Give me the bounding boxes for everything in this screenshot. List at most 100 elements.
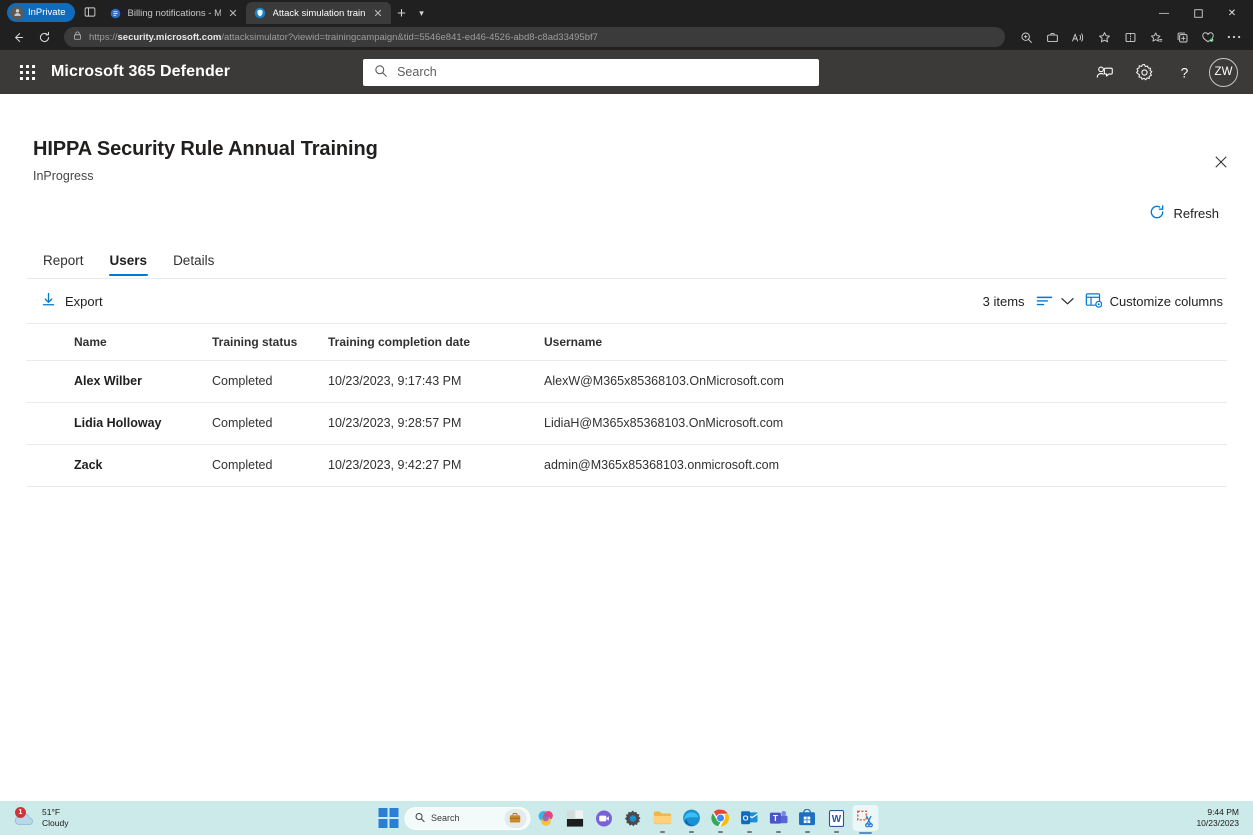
- users-table-head: Name Training status Training completion…: [26, 324, 1227, 360]
- table-row[interactable]: Alex Wilber Completed 10/23/2023, 9:17:4…: [26, 360, 1227, 403]
- feedback-person-icon[interactable]: [1085, 53, 1123, 91]
- help-icon[interactable]: ?: [1165, 53, 1203, 91]
- refresh-icon: [1149, 204, 1165, 223]
- chevron-down-icon[interactable]: ▾: [413, 2, 431, 24]
- favorites-star-icon[interactable]: [1091, 26, 1117, 48]
- panel-tabs: Report Users Details: [33, 247, 1227, 278]
- close-icon[interactable]: ✕: [227, 7, 240, 20]
- row-select-cell[interactable]: [26, 402, 74, 445]
- cell-name: Alex Wilber: [74, 360, 212, 403]
- svg-text:?: ?: [1180, 64, 1188, 80]
- taskbar-center-group: Search O T W: [375, 805, 878, 831]
- close-window-button[interactable]: ✕: [1215, 2, 1249, 24]
- global-search-box[interactable]: Search: [363, 58, 820, 86]
- defender-icon: [254, 7, 267, 20]
- command-bar: Export 3 items Customize columns: [26, 279, 1227, 323]
- browser-toolbar: [1013, 26, 1247, 48]
- taskbar-search-box[interactable]: Search: [404, 806, 530, 830]
- zoom-in-icon[interactable]: [1013, 26, 1039, 48]
- taskbar-outlook-icon[interactable]: O: [736, 805, 762, 831]
- microsoft-icon: [109, 7, 122, 20]
- app-brand-title[interactable]: Microsoft 365 Defender: [51, 63, 230, 81]
- cell-username: admin@M365x85368103.onmicrosoft.com: [544, 444, 1227, 487]
- global-search-placeholder: Search: [397, 65, 437, 79]
- svg-text:O: O: [742, 813, 748, 822]
- sort-filter-button[interactable]: [1036, 293, 1074, 310]
- campaign-status: InProgress: [33, 169, 94, 183]
- start-button[interactable]: [375, 805, 401, 831]
- app-launcher-waffle-icon[interactable]: [11, 56, 43, 88]
- address-bar[interactable]: https://security.microsoft.com/attacksim…: [64, 27, 1005, 47]
- taskbar-chrome-icon[interactable]: [707, 805, 733, 831]
- split-screen-icon[interactable]: [1117, 26, 1143, 48]
- url-domain: security.microsoft.com: [117, 31, 222, 43]
- table-row[interactable]: Zack Completed 10/23/2023, 9:42:27 PM ad…: [26, 444, 1227, 487]
- taskbar-file-explorer-icon[interactable]: [649, 805, 675, 831]
- back-icon[interactable]: [6, 26, 30, 48]
- new-tab-button[interactable]: +: [391, 2, 413, 24]
- customize-columns-label: Customize columns: [1109, 293, 1223, 309]
- weather-temperature: 51°F: [42, 807, 61, 817]
- users-table-body: Alex Wilber Completed 10/23/2023, 9:17:4…: [26, 360, 1227, 487]
- tab-search-icon[interactable]: [79, 2, 101, 22]
- tab-users[interactable]: Users: [100, 247, 158, 278]
- taskbar-teams-chat-icon[interactable]: [591, 805, 617, 831]
- header-icon-group: ? ZW: [1085, 53, 1242, 91]
- weather-icon: 1: [12, 807, 36, 828]
- weather-widget[interactable]: 1 51°F Cloudy: [6, 807, 68, 829]
- notification-badge: 1: [15, 807, 26, 818]
- tab-report[interactable]: Report: [33, 247, 94, 278]
- table-header-row: Name Training status Training completion…: [26, 324, 1227, 360]
- taskbar-snipping-tool-icon[interactable]: [852, 805, 878, 831]
- column-header-username[interactable]: Username: [544, 324, 1227, 360]
- read-aloud-icon[interactable]: [1065, 26, 1091, 48]
- refresh-icon[interactable]: [32, 26, 56, 48]
- cell-username: LidiaH@M365x85368103.OnMicrosoft.com: [544, 402, 1227, 445]
- address-bar-text: https://security.microsoft.com/attacksim…: [89, 32, 598, 43]
- inprivate-badge[interactable]: InPrivate: [7, 3, 75, 22]
- column-header-training-status[interactable]: Training status: [212, 324, 328, 360]
- refresh-button[interactable]: Refresh: [1143, 200, 1225, 227]
- taskbar-widgets-icon[interactable]: [562, 805, 588, 831]
- column-header-training-completion-date[interactable]: Training completion date: [328, 324, 544, 360]
- taskbar-word-icon[interactable]: W: [823, 805, 849, 831]
- taskbar-settings-gear-icon[interactable]: [620, 805, 646, 831]
- cell-training-status: Completed: [212, 444, 328, 487]
- browser-essentials-icon[interactable]: [1195, 26, 1221, 48]
- chevron-down-icon[interactable]: [1060, 294, 1074, 309]
- taskbar-edge-icon[interactable]: [678, 805, 704, 831]
- clock[interactable]: 9:44 PM 10/23/2023: [1196, 807, 1239, 829]
- maximize-button[interactable]: [1181, 2, 1215, 24]
- svg-text:W: W: [831, 814, 841, 825]
- windows-logo-icon: [378, 808, 398, 828]
- customize-columns-button[interactable]: Customize columns: [1085, 292, 1223, 311]
- row-select-cell[interactable]: [26, 444, 74, 487]
- item-count: 3 items: [982, 293, 1025, 309]
- taskbar-copilot-icon[interactable]: [533, 805, 559, 831]
- browser-settings-more-icon[interactable]: [1221, 26, 1247, 48]
- search-icon: [414, 812, 425, 825]
- briefcase-icon[interactable]: [504, 808, 526, 828]
- browser-tab-billing[interactable]: Billing notifications - Microsoft 3 ✕: [101, 2, 246, 24]
- export-button[interactable]: Export: [34, 287, 110, 315]
- tab-details[interactable]: Details: [163, 247, 224, 278]
- add-favorite-icon[interactable]: [1143, 26, 1169, 48]
- avatar[interactable]: ZW: [1209, 57, 1238, 87]
- close-icon[interactable]: ✕: [372, 7, 385, 20]
- refresh-label: Refresh: [1173, 206, 1219, 221]
- briefcase-icon[interactable]: [1039, 26, 1065, 48]
- row-select-cell[interactable]: [26, 360, 74, 403]
- table-row[interactable]: Lidia Holloway Completed 10/23/2023, 9:2…: [26, 402, 1227, 445]
- row-select-header: [26, 324, 74, 360]
- column-header-name[interactable]: Name: [74, 324, 212, 360]
- minimize-button[interactable]: —: [1147, 2, 1181, 24]
- taskbar-microsoft-store-icon[interactable]: [794, 805, 820, 831]
- browser-tab-attack-simulation[interactable]: Attack simulation training - Micr ✕: [245, 2, 391, 24]
- clock-time: 9:44 PM: [1207, 807, 1239, 817]
- weather-text: 51°F Cloudy: [42, 807, 68, 829]
- taskbar-teams-icon[interactable]: T: [765, 805, 791, 831]
- collections-icon[interactable]: [1169, 26, 1195, 48]
- close-panel-icon[interactable]: [1205, 146, 1237, 178]
- cell-name: Lidia Holloway: [74, 402, 212, 445]
- gear-icon[interactable]: [1125, 53, 1163, 91]
